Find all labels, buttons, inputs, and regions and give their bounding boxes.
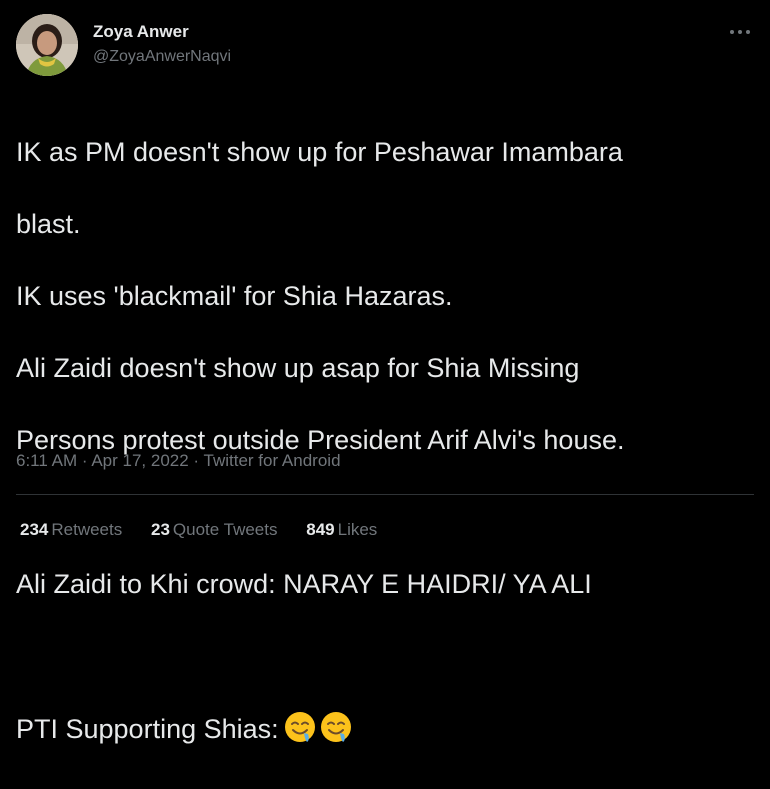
tweet-time[interactable]: 6:11 AM <box>16 451 77 470</box>
meta-separator: · <box>81 451 88 470</box>
tweet-source[interactable]: Twitter for Android <box>204 451 341 470</box>
author-handle[interactable]: @ZoyaAnwerNaqvi <box>93 48 231 66</box>
tweet-line-text: PTI Supporting Shias: <box>16 714 279 744</box>
retweets-label: Retweets <box>51 520 123 539</box>
retweets-count: 234 <box>20 520 49 539</box>
drooling-face-icon <box>320 712 351 742</box>
tweet-line: Ali Zaidi to Khi crowd: NARAY E HAIDRI/ … <box>16 569 592 599</box>
likes-label: Likes <box>337 520 378 539</box>
drooling-face-icon <box>284 712 315 742</box>
tweet-line: IK as PM doesn't show up for Peshawar Im… <box>16 137 623 167</box>
quote-tweets-label: Quote Tweets <box>172 520 278 539</box>
divider <box>16 494 754 495</box>
tweet-date[interactable]: Apr 17, 2022 <box>91 451 188 470</box>
quote-tweets-stat[interactable]: 23 Quote Tweets <box>151 520 278 540</box>
meta-separator: · <box>193 451 200 470</box>
tweet-stats: 234 Retweets 23 Quote Tweets 849 Likes <box>20 520 401 540</box>
tweet-line: IK uses 'blackmail' for Shia Hazaras. <box>16 281 453 311</box>
tweet-line: Ali Zaidi doesn't show up asap for Shia … <box>16 353 580 383</box>
tweet-line-with-emoji: PTI Supporting Shias: <box>16 710 756 753</box>
tweet-text: IK as PM doesn't show up for Peshawar Im… <box>16 98 756 789</box>
tweet-line: blast. <box>16 209 81 239</box>
avatar-image <box>16 14 78 76</box>
avatar[interactable] <box>16 14 78 76</box>
likes-count: 849 <box>306 520 335 539</box>
likes-stat[interactable]: 849 Likes <box>306 520 377 540</box>
emoji-group <box>283 710 355 753</box>
tweet-meta: 6:11 AM · Apr 17, 2022 · Twitter for And… <box>16 451 341 471</box>
more-horizontal-icon[interactable] <box>726 20 754 44</box>
quote-tweets-count: 23 <box>150 520 170 539</box>
author-name[interactable]: Zoya Anwer <box>93 22 189 42</box>
retweets-stat[interactable]: 234 Retweets <box>20 520 122 540</box>
tweet-card: Zoya Anwer @ZoyaAnwerNaqvi IK as PM does… <box>0 0 770 744</box>
